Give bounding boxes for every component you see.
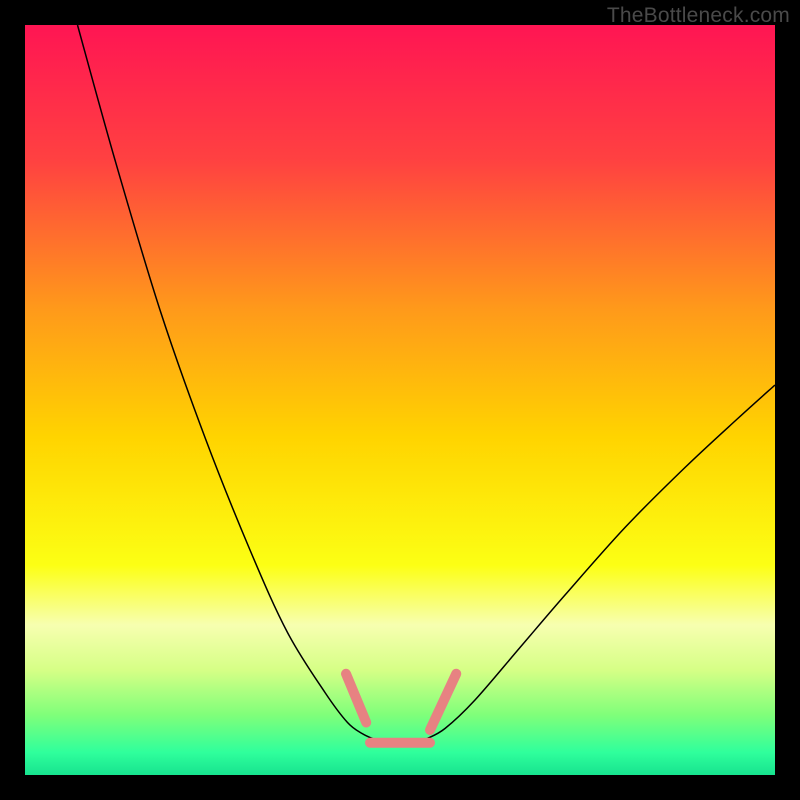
chart-background [25,25,775,775]
watermark-text: TheBottleneck.com [607,4,790,28]
chart-svg [25,25,775,775]
plot-area [25,25,775,775]
